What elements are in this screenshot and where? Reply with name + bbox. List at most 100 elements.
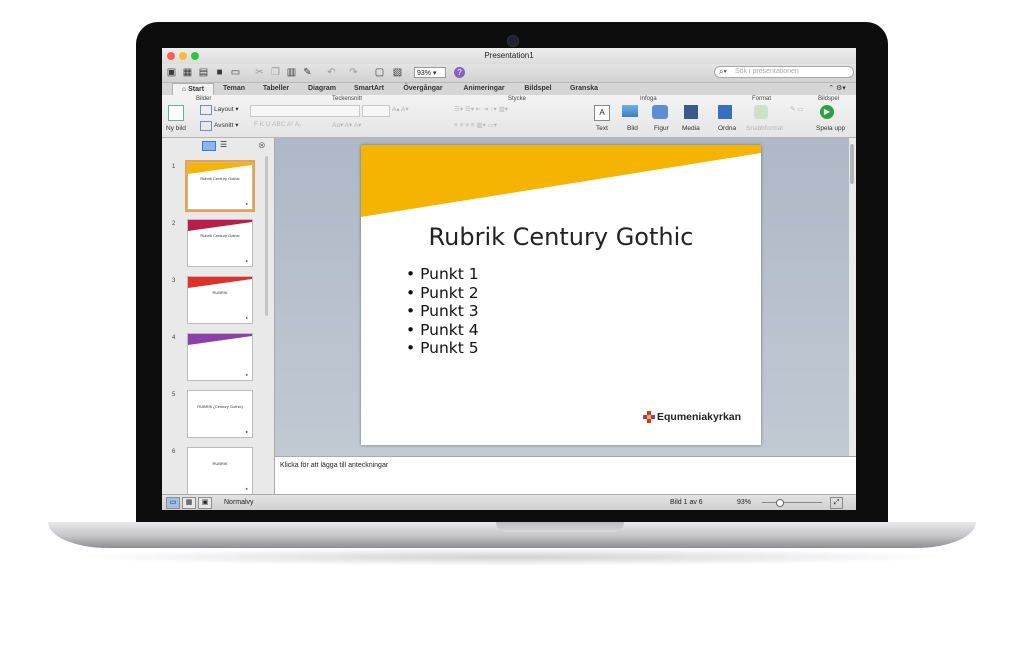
thumbnail-logo: ✚: [245, 316, 248, 320]
slide-title[interactable]: Rubrik Century Gothic: [361, 223, 761, 251]
align-buttons[interactable]: ≡ ≡ ≡ ≡ ▥▾ ▭▾: [454, 121, 497, 129]
redo-icon[interactable]: ↷: [348, 67, 359, 78]
slide-thumbnail[interactable]: ✚: [187, 333, 253, 381]
tab-start[interactable]: ⌂ Start: [172, 83, 214, 95]
normal-view-icon[interactable]: ▭: [166, 497, 180, 509]
slide-sorter-icon[interactable]: ▢: [374, 67, 385, 78]
new-slide-icon[interactable]: [168, 105, 184, 121]
print-icon[interactable]: ▭: [230, 67, 241, 78]
arrange-button[interactable]: Ordna: [718, 125, 736, 132]
laptop-base: [48, 522, 976, 548]
slide[interactable]: Rubrik Century Gothic • Punkt 1 • Punkt …: [361, 145, 761, 445]
minimize-window-button[interactable]: [179, 52, 187, 60]
font-size-select[interactable]: [362, 105, 390, 117]
list-buttons[interactable]: ☰▾ ☰▾ ⇤ ⇥ ↕▾ ▥▾: [454, 105, 508, 113]
tab-diagram[interactable]: Diagram: [300, 83, 344, 95]
group-label-format: Format: [752, 96, 772, 102]
app-window: Presentation1 ▣ ▦ ▤ ■ ▭ ✂ ❐ ▥ ✎ ↶ ↷ ▢ ▧ …: [162, 48, 856, 510]
format-painter-icon[interactable]: ✎: [302, 67, 313, 78]
cut-icon[interactable]: ✂: [254, 67, 265, 78]
laptop-shadow: [70, 548, 954, 566]
tab-overgangar[interactable]: Övergångar: [394, 83, 452, 95]
notes-pane[interactable]: Klicka för att lägga till anteckningar: [275, 456, 856, 495]
picture-icon: [622, 105, 638, 117]
shape-fill-line-icons[interactable]: ✎ ▭: [790, 105, 803, 113]
section-icon: [200, 121, 212, 131]
thumbnail-logo: ✚: [245, 373, 248, 377]
notes-placeholder: Klicka för att lägga till anteckningar: [280, 462, 389, 469]
open-icon[interactable]: ▤: [198, 67, 209, 78]
copy-icon[interactable]: ❐: [270, 67, 281, 78]
play-slideshow-button[interactable]: Spela upp: [816, 125, 845, 132]
quick-styles-button[interactable]: Snabbformat: [746, 125, 783, 132]
slide-counter: Bild 1 av 6: [670, 499, 703, 506]
textbox-icon: A: [594, 105, 610, 121]
fit-to-window-icon[interactable]: ⤢: [830, 497, 843, 509]
tab-teman[interactable]: Teman: [216, 83, 252, 95]
thumbnail-number: 4: [172, 335, 176, 341]
text-button[interactable]: Text: [596, 125, 608, 132]
shape-button[interactable]: Figur: [654, 125, 669, 132]
paste-icon[interactable]: ▥: [286, 67, 297, 78]
font-family-select[interactable]: [250, 105, 360, 117]
help-icon[interactable]: ?: [454, 67, 465, 78]
slides-panel: ☰ ⊗ 1 Rubrik Century Gothic ✚ 2 Rubrik Centu…: [162, 138, 275, 495]
sorter-view-icon[interactable]: ▦: [182, 497, 196, 509]
thumbnail-title: RUBRIK: [212, 461, 228, 466]
tab-bildspel[interactable]: Bildspel: [516, 83, 560, 95]
ribbon-tabs: ⌂ Start Teman Tabeller Diagram SmartArt …: [162, 83, 856, 95]
picture-button[interactable]: Bild: [627, 125, 638, 132]
tab-animeringar[interactable]: Animeringar: [454, 83, 514, 95]
slide-bullet-list[interactable]: • Punkt 1 • Punkt 2 • Punkt 3 • Punkt 4 …: [406, 265, 479, 358]
slide-thumbnail[interactable]: RUBRIK ✚: [187, 276, 253, 324]
thumbnail-logo: ✚: [245, 202, 248, 206]
slides-view-icon[interactable]: [202, 141, 216, 151]
templates-icon[interactable]: ▦: [182, 67, 193, 78]
media-browser-icon[interactable]: ▧: [392, 67, 403, 78]
tab-tabeller[interactable]: Tabeller: [254, 83, 298, 95]
thumbnail-number: 2: [172, 221, 176, 227]
thumbnail-title: Rubrik Century Gothic: [200, 176, 240, 181]
zoom-select[interactable]: 93% ▾: [414, 67, 446, 78]
thumbnail-title: RUBRIK (Century Gothic): [197, 404, 243, 409]
slide-thumbnail[interactable]: RUBRIK (Century Gothic) ✚: [187, 390, 253, 438]
zoom-slider[interactable]: [762, 502, 822, 503]
outline-view-icon[interactable]: ☰: [220, 141, 227, 149]
tab-granska[interactable]: Granska: [562, 83, 606, 95]
zoom-window-button[interactable]: [191, 52, 199, 60]
new-icon[interactable]: ▣: [166, 67, 177, 78]
section-button[interactable]: Avsnitt ▾: [214, 121, 238, 129]
media-button[interactable]: Media: [682, 125, 700, 132]
thumbnail-number: 6: [172, 449, 176, 455]
close-window-button[interactable]: [167, 52, 175, 60]
quick-styles-icon: [754, 105, 768, 119]
group-label-bilder: Bilder: [196, 96, 212, 102]
close-panel-icon[interactable]: ⊗: [258, 140, 266, 151]
layout-button[interactable]: Layout ▾: [214, 105, 239, 113]
thumbnail-number: 3: [172, 278, 176, 284]
undo-icon[interactable]: ↶: [326, 67, 337, 78]
tab-smartart[interactable]: SmartArt: [346, 83, 392, 95]
ribbon-options-icon[interactable]: ⌃ ⚙▾: [822, 83, 852, 95]
canvas-scrollbar[interactable]: [849, 138, 856, 456]
zoom-slider-knob[interactable]: [776, 499, 784, 507]
panel-scrollbar[interactable]: [265, 156, 268, 316]
font-grow-shrink-buttons[interactable]: A▴ A▾: [392, 105, 409, 113]
search-input[interactable]: ⌕▾ Sök i presentationen: [714, 66, 854, 78]
title-bar: Presentation1: [162, 48, 856, 64]
group-label-infoga: Infoga: [640, 96, 657, 102]
presenter-view-icon[interactable]: ▣: [198, 497, 212, 509]
search-icon: ⌕▾: [719, 67, 727, 76]
bullet-item: • Punkt 2: [406, 283, 479, 302]
bullet-item: • Punkt 5: [406, 339, 479, 357]
group-label-bildspel: Bildspel: [818, 96, 840, 102]
font-color-buttons[interactable]: Aa▾ A▾ A▾: [332, 121, 361, 129]
slide-thumbnail[interactable]: Rubrik Century Gothic ✚: [187, 219, 253, 267]
save-icon[interactable]: ■: [214, 67, 225, 78]
slide-thumbnail[interactable]: Rubrik Century Gothic ✚: [185, 160, 255, 212]
bullet-item: • Punkt 4: [406, 320, 479, 339]
media-icon: [684, 105, 698, 119]
new-slide-button[interactable]: Ny bild: [166, 125, 186, 132]
font-style-buttons[interactable]: F K U ABC A² A₂: [254, 121, 302, 128]
slide-thumbnail[interactable]: RUBRIK ✚: [187, 447, 253, 495]
